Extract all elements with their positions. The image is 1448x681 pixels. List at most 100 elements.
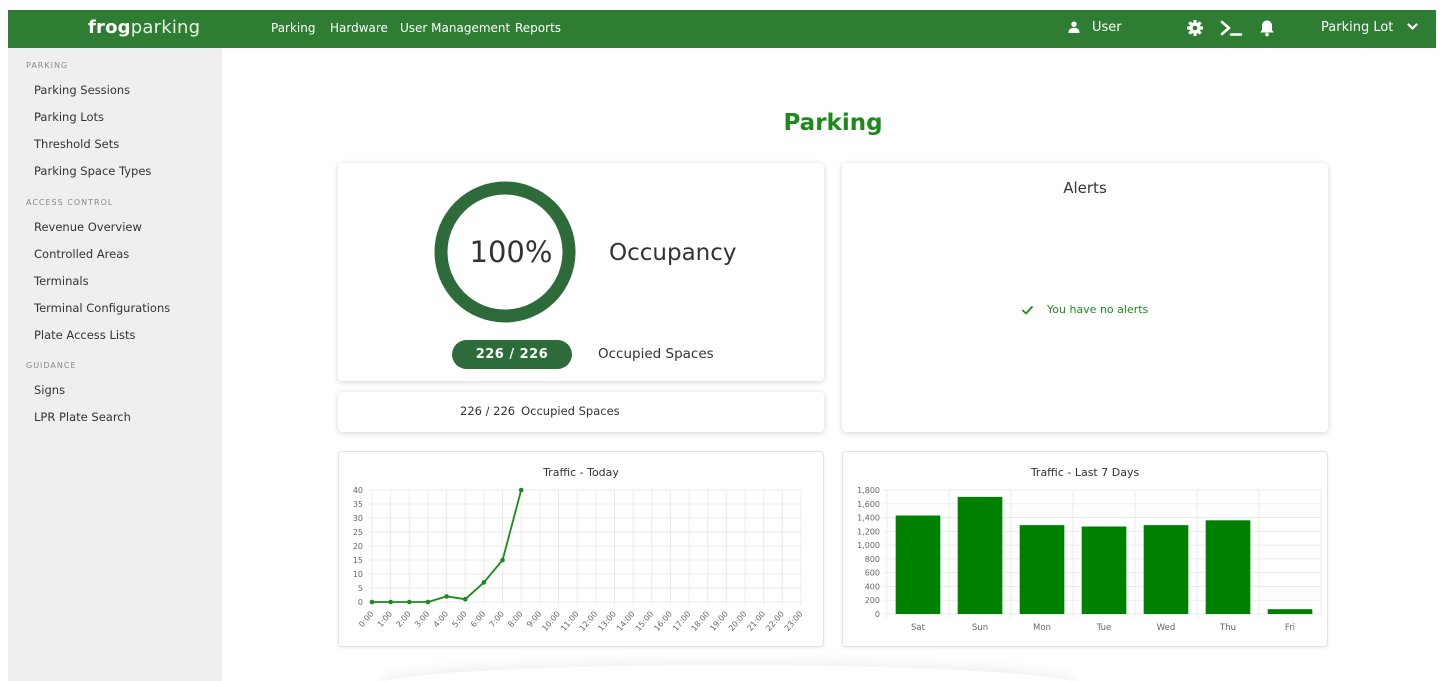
partial-card-below — [378, 665, 1078, 681]
nav-parking[interactable]: Parking — [271, 21, 316, 35]
bar — [1267, 609, 1313, 614]
y-tick-label: 1,000 — [857, 541, 880, 550]
parking-lot-selector[interactable]: Parking Lot — [1321, 20, 1419, 35]
sidebar-item-parking-sessions[interactable]: Parking Sessions — [34, 83, 130, 97]
occupied-spaces-summary: 226 / 226 Occupied Spaces — [460, 404, 620, 418]
nav-user-management[interactable]: User Management — [400, 21, 510, 35]
nav-hardware[interactable]: Hardware — [330, 21, 388, 35]
occupancy-percent: 100% — [469, 235, 553, 269]
x-tick-label: 0:00 — [357, 610, 375, 630]
data-point — [481, 580, 487, 585]
parking-lot-label: Parking Lot — [1321, 20, 1394, 35]
sidebar: PARKING Parking Sessions Parking Lots Th… — [8, 48, 222, 681]
x-tick-label: 15:00 — [634, 610, 656, 633]
x-tick-label: Tue — [1096, 623, 1112, 633]
top-navbar: frogparking Parking Hardware User Manage… — [8, 10, 1436, 48]
x-tick-label: 5:00 — [450, 610, 468, 630]
occupied-spaces-strip-label: Occupied Spaces — [521, 404, 620, 418]
sidebar-item-revenue-overview[interactable]: Revenue Overview — [34, 220, 142, 234]
x-tick-label: 19:00 — [708, 610, 730, 633]
x-tick-label: 21:00 — [746, 610, 768, 633]
user-icon — [1068, 21, 1080, 33]
x-tick-label: Thu — [1219, 623, 1236, 633]
brand-name-bold: frog — [88, 17, 131, 38]
sidebar-item-lpr-plate-search[interactable]: LPR Plate Search — [34, 410, 131, 424]
x-tick-label: 18:00 — [690, 610, 712, 633]
terminal-icon[interactable] — [1220, 19, 1244, 37]
x-tick-label: Sun — [972, 623, 988, 633]
occupied-spaces-count: 226 / 226 — [460, 404, 516, 418]
alerts-title: Alerts — [1063, 179, 1107, 197]
check-icon — [1022, 306, 1033, 315]
y-tick-label: 1,600 — [857, 500, 880, 509]
x-tick-label: 4:00 — [432, 610, 450, 630]
sidebar-item-threshold-sets[interactable]: Threshold Sets — [34, 137, 119, 151]
bar — [1019, 525, 1065, 614]
bar — [895, 515, 941, 614]
x-tick-label: 20:00 — [727, 610, 749, 633]
occupied-spaces-label: Occupied Spaces — [598, 346, 714, 362]
sidebar-item-parking-lots[interactable]: Parking Lots — [34, 110, 104, 124]
no-alerts-text: You have no alerts — [1047, 303, 1149, 316]
data-point — [407, 599, 412, 605]
app-window: frogparking Parking Hardware User Manage… — [8, 10, 1448, 681]
user-menu[interactable]: User — [1068, 20, 1122, 35]
sidebar-item-terminal-configurations[interactable]: Terminal Configurations — [34, 301, 170, 315]
y-tick-label: 25 — [353, 528, 363, 537]
x-tick-label: 2:00 — [394, 610, 412, 630]
bar — [1205, 520, 1251, 614]
y-tick-label: 10 — [353, 570, 363, 579]
data-point — [444, 594, 449, 599]
x-tick-label: 6:00 — [469, 610, 487, 630]
x-tick-label: 16:00 — [652, 610, 674, 633]
y-tick-label: 15 — [353, 556, 363, 565]
y-tick-label: 800 — [865, 555, 880, 564]
data-point — [369, 599, 375, 605]
traffic-7-days-chart-card: Traffic - Last 7 Days 0 200 400 600 800 1,000… — [842, 451, 1328, 647]
occupancy-card: 100% Occupancy 226 / 226 Occupied Spaces — [338, 163, 824, 381]
traffic-7-days-chart: 0 200 400 600 800 1,000 1,200 1,400 1,600 1,800 Sa… — [857, 486, 1322, 633]
chevron-down-icon — [1407, 23, 1419, 30]
data-point — [388, 599, 393, 605]
x-tick-label: 22:00 — [764, 610, 786, 633]
occupied-count-badge: 226 / 226 — [452, 340, 572, 369]
no-alerts-message: You have no alerts — [1022, 303, 1148, 316]
sidebar-section-access-control: ACCESS CONTROL — [26, 198, 114, 207]
x-tick-label: 13:00 — [596, 610, 618, 633]
traffic-today-chart-card: Traffic - Today 0 5 10 15 20 25 30 35 40 0:00 1:00… — [338, 451, 824, 647]
y-tick-label: 5 — [358, 584, 363, 593]
x-tick-label: 10:00 — [540, 610, 562, 633]
x-tick-label: 17:00 — [671, 610, 693, 633]
x-tick-label: Sat — [911, 623, 926, 633]
nav-reports[interactable]: Reports — [515, 21, 561, 35]
x-tick-label: 3:00 — [413, 610, 431, 630]
data-point — [500, 557, 505, 563]
bar — [1143, 525, 1189, 614]
sidebar-item-terminals[interactable]: Terminals — [34, 274, 89, 288]
y-tick-label: 30 — [353, 514, 363, 523]
brand-name-light: parking — [130, 17, 201, 38]
occupied-spaces-strip: 226 / 226 Occupied Spaces — [338, 392, 824, 432]
occupancy-label: Occupancy — [609, 240, 737, 266]
y-tick-label: 1,800 — [857, 486, 880, 495]
bell-icon[interactable] — [1258, 19, 1276, 37]
y-tick-label: 400 — [865, 582, 880, 591]
sidebar-item-controlled-areas[interactable]: Controlled Areas — [34, 247, 129, 261]
y-tick-label: 1,400 — [857, 514, 880, 523]
x-tick-label: Fri — [1285, 623, 1295, 633]
sidebar-item-parking-space-types[interactable]: Parking Space Types — [34, 164, 151, 178]
user-label: User — [1092, 20, 1122, 35]
x-tick-label: 1:00 — [376, 610, 394, 630]
y-tick-label: 600 — [865, 569, 880, 578]
data-point — [425, 599, 431, 605]
brand-logo[interactable]: frogparking — [88, 17, 200, 38]
page-title: Parking — [783, 110, 883, 136]
sidebar-item-plate-access-lists[interactable]: Plate Access Lists — [34, 328, 136, 342]
sidebar-item-signs[interactable]: Signs — [34, 383, 65, 397]
sidebar-section-parking: PARKING — [26, 61, 69, 70]
x-tick-label: 11:00 — [559, 610, 581, 633]
data-point — [518, 487, 524, 493]
gear-icon[interactable] — [1186, 19, 1204, 37]
y-tick-label: 20 — [353, 542, 363, 551]
x-tick-label: 14:00 — [615, 610, 637, 633]
